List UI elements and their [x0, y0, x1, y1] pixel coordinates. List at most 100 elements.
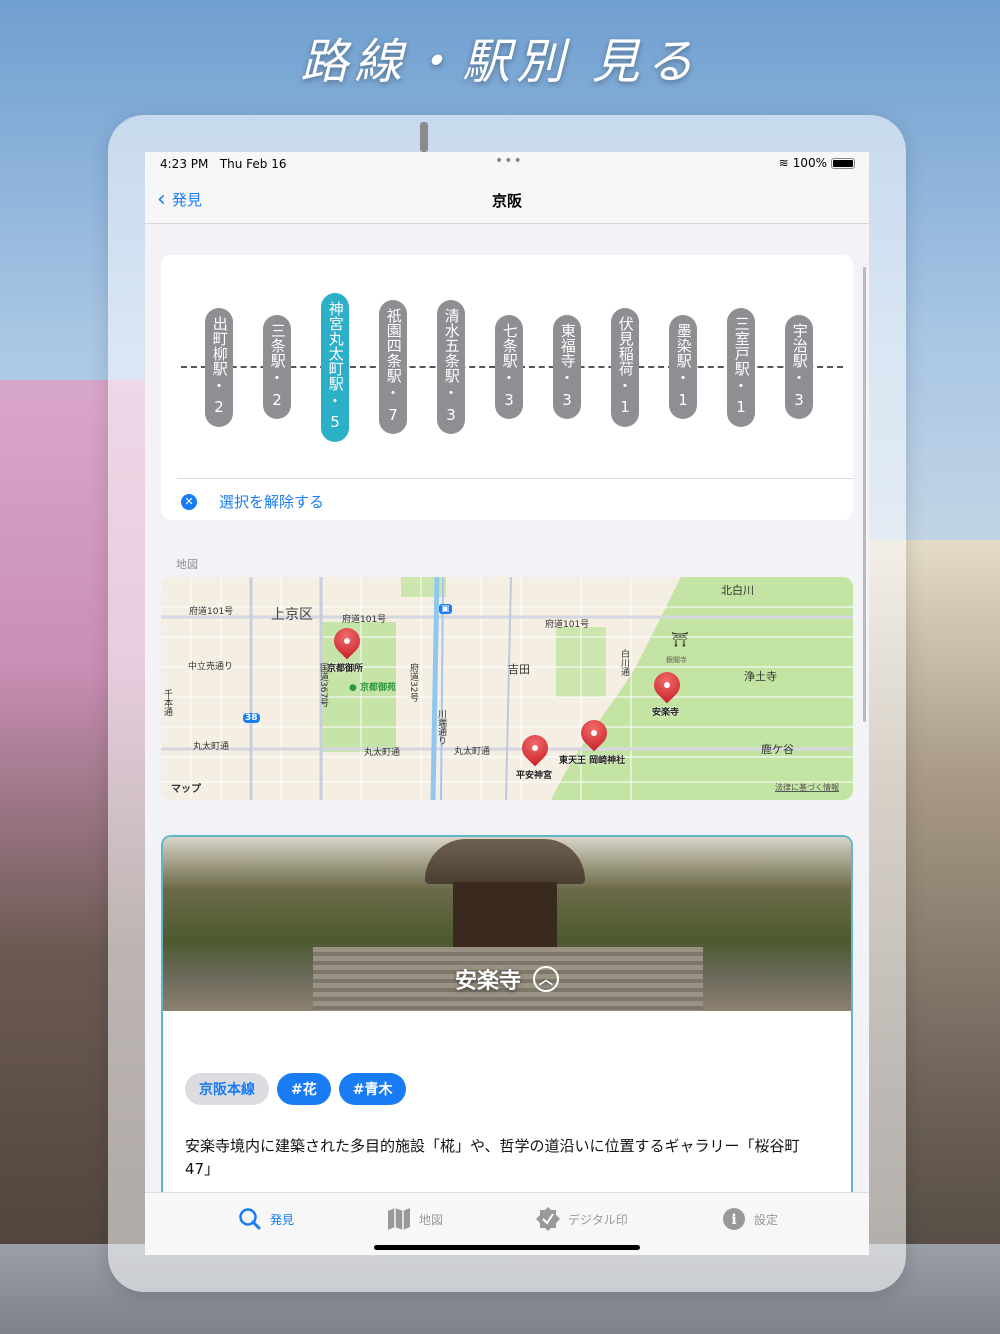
navigation-bar: ‹ 発見 京阪	[145, 176, 869, 224]
tag-line[interactable]: 京阪本線	[185, 1073, 269, 1105]
tab-digital-seal[interactable]: デジタル印	[536, 1207, 628, 1231]
station-pill[interactable]: 祇園四条駅・ 7	[379, 300, 407, 434]
tab-bar: 発見 地図 デジタル印 i 設定	[145, 1192, 869, 1255]
map-label: 丸太町通	[193, 742, 230, 752]
tag-hashtag[interactable]: #花	[277, 1073, 331, 1105]
map-label: 丸太町通	[454, 747, 491, 757]
map-label: 銀閣寺	[666, 656, 687, 664]
battery-percent: 100%	[792, 156, 827, 170]
separator-dot: ・	[501, 369, 517, 387]
map-label: 千本通	[162, 689, 172, 716]
map-label: 丸太町通	[364, 748, 401, 758]
tab-settings[interactable]: i 設定	[722, 1207, 778, 1231]
train-station-icon: ▣	[439, 604, 452, 614]
seal-check-icon	[536, 1207, 560, 1231]
spot-count: 5	[330, 413, 340, 431]
map-label: 中立売通り	[188, 662, 234, 672]
temple-icon: ⛩	[671, 632, 689, 648]
map-label: 北白川	[721, 584, 754, 597]
separator-dot: ・	[675, 369, 691, 387]
promo-headline: 路線・駅別 見る	[300, 34, 700, 90]
spot-count: 3	[446, 405, 456, 424]
separator-dot: ・	[617, 376, 633, 395]
station-name: 祇園四条駅	[384, 308, 403, 383]
station-name: 宇治駅	[790, 323, 809, 368]
station-selector-card: 出町柳駅・ 2 三条駅・ 2 神宮丸太町駅・ 5 祇園四条駅・ 7 清水五条駅・ 3 七条駅・ 3 東福…	[161, 255, 853, 520]
map-label: 吉田	[508, 663, 530, 676]
separator-dot: ・	[733, 376, 749, 395]
wifi-icon: ≋	[778, 156, 789, 170]
pencil-accessory	[420, 122, 428, 152]
map-label: 府道101号	[189, 607, 234, 617]
pin-label: 安楽寺	[652, 708, 680, 718]
route-38-shield: 38	[243, 713, 260, 723]
gate-roof	[425, 839, 585, 884]
station-name: 三条駅	[268, 323, 287, 368]
multitasking-dots[interactable]: •••	[495, 153, 523, 169]
station-pill[interactable]: 宇治駅・ 3	[785, 315, 813, 419]
tab-discover[interactable]: 発見	[238, 1207, 294, 1231]
station-pill[interactable]: 七条駅・ 3	[495, 315, 523, 419]
station-name: 東福寺	[558, 323, 577, 368]
spot-count: 1	[678, 390, 688, 409]
map-base	[161, 577, 853, 800]
station-pill[interactable]: 伏見稲荷・ 1	[611, 307, 639, 427]
separator-dot: ・	[327, 391, 343, 410]
divider	[177, 478, 853, 479]
map-label: 府道101号	[545, 620, 590, 630]
scrollbar[interactable]	[863, 267, 866, 722]
station-name: 三室戸駅	[732, 315, 751, 376]
spot-count: 3	[504, 390, 514, 409]
spot-count: 1	[736, 398, 746, 416]
chevron-up-circle-icon[interactable]: ︿	[533, 966, 559, 992]
spot-count: 1	[620, 398, 630, 416]
station-pill[interactable]: 神宮丸太町駅・ 5	[321, 292, 349, 442]
map-label: 府道101号	[342, 615, 387, 625]
deselect-button[interactable]: ✕ 選択を解除する	[181, 491, 324, 512]
spot-description: 安楽寺境内に建築された多目的施設「椛」や、哲学の道沿いに位置するギャラリー「桜谷…	[185, 1137, 800, 1178]
spot-count: 3	[562, 390, 572, 409]
map-label: 浄土寺	[744, 670, 777, 683]
separator-dot: ・	[791, 369, 807, 387]
home-indicator[interactable]	[374, 1245, 640, 1250]
station-name: 墨染駅	[674, 323, 693, 368]
pin-label: 東天王 岡崎神社	[559, 756, 626, 766]
station-pill[interactable]: 三室戸駅・ 1	[727, 307, 755, 427]
tab-map[interactable]: 地図	[387, 1207, 443, 1231]
map-label: 上京区	[271, 607, 313, 623]
station-list: 出町柳駅・ 2 三条駅・ 2 神宮丸太町駅・ 5 祇園四条駅・ 7 清水五条駅・ 3 七条駅・ 3 東福…	[205, 255, 813, 479]
station-pill[interactable]: 三条駅・ 2	[263, 315, 291, 419]
station-pill[interactable]: 清水五条駅・ 3	[437, 300, 465, 434]
spot-card[interactable]: 安楽寺 ︿ 京阪本線 #花 #青木 安楽寺境内に建築された多目的施設「椛」や、哲学…	[161, 835, 853, 1215]
separator-dot: ・	[559, 369, 575, 387]
svg-text:i: i	[731, 1212, 736, 1228]
spot-count: 2	[214, 398, 224, 416]
pin-label: 平安神宮	[516, 771, 553, 781]
info-icon: i	[723, 1208, 745, 1230]
tag-hashtag[interactable]: #青木	[338, 1073, 407, 1105]
separator-dot: ・	[385, 384, 401, 402]
station-name: 伏見稲荷	[616, 315, 635, 376]
map-label: ● 京都御苑	[349, 683, 397, 693]
station-name: 清水五条駅	[442, 308, 461, 383]
spot-photo: 安楽寺 ︿	[163, 837, 851, 1011]
map-label: 府道32号	[408, 663, 418, 702]
map-section-label: 地図	[176, 558, 198, 571]
station-name: 神宮丸太町駅	[326, 300, 345, 391]
status-time: 4:23 PM Thu Feb 16	[160, 157, 287, 171]
spot-count: 2	[272, 390, 282, 409]
apple-maps-logo: マップ	[171, 784, 201, 795]
station-pill[interactable]: 出町柳駅・ 2	[205, 307, 233, 427]
separator-dot: ・	[211, 376, 227, 395]
status-bar: 4:23 PM Thu Feb 16 ••• ≋ 100%	[145, 152, 869, 176]
map-label: 鹿ケ谷	[761, 743, 794, 756]
map-view[interactable]: 上京区 府道101号 府道101号 府道101号 中立売通り 千本通 38 丸太…	[161, 577, 853, 800]
station-pill[interactable]: 東福寺・ 3	[553, 315, 581, 419]
search-icon	[239, 1208, 261, 1230]
station-pill[interactable]: 墨染駅・ 1	[669, 315, 697, 419]
legal-link[interactable]: 法律に基づく情報	[775, 782, 839, 793]
map-label: 川端通り	[436, 709, 446, 745]
page-title: 京阪	[491, 192, 522, 210]
spot-count: 3	[794, 390, 804, 409]
battery-icon	[831, 157, 855, 169]
